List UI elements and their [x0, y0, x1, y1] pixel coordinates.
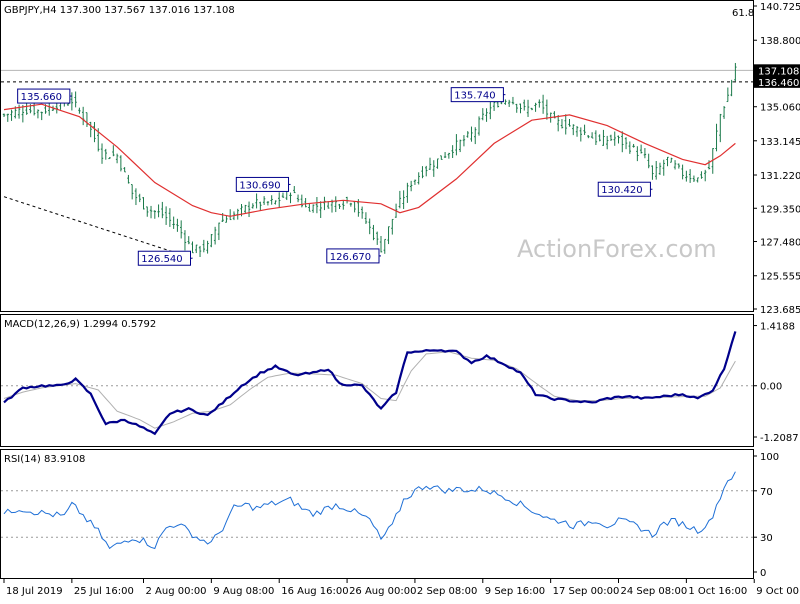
x-tick-label: 24 Sep 08:00 — [621, 586, 688, 597]
x-tick-label: 9 Oct 00:00 — [756, 586, 800, 597]
x-tick-label: 26 Aug 00:00 — [349, 586, 416, 597]
chart-root: ActionForex.com GBPJPY,H4 137.300 137.56… — [0, 0, 800, 600]
x-tick-label: 16 Aug 16:00 — [281, 586, 348, 597]
price-annotation: 130.690 — [239, 180, 280, 191]
axis-layer: 140.725 138.800 135.060 133.145 131.220 129.3… — [3, 2, 800, 597]
price-layer: 61.8 135.660 126.540 130.690 126.670 135.740 1… — [1, 8, 754, 266]
price-y-tick-label: 140.725 — [760, 2, 800, 13]
price-y-tick-label: 135.060 — [760, 103, 800, 114]
x-tick-label: 17 Sep 00:00 — [553, 586, 620, 597]
price-annotation: 135.740 — [454, 91, 495, 102]
x-tick-label: 25 Jul 16:00 — [74, 586, 134, 597]
x-tick-label: 1 Oct 16:00 — [688, 586, 747, 597]
x-tick-label: 9 Aug 08:00 — [213, 586, 274, 597]
macd-y-tick-label: 1.4188 — [760, 322, 795, 333]
macd-y-tick-label: -1.2087 — [760, 433, 799, 444]
price-annotation: 130.420 — [601, 185, 642, 196]
price-y-tick-label: 125.555 — [760, 272, 800, 283]
x-tick-label: 18 Jul 2019 — [6, 586, 63, 597]
rsi-y-tick-label: 70 — [760, 487, 773, 498]
fib-level-label: 61.8 — [732, 8, 754, 19]
trendline — [3, 196, 193, 259]
x-tick-label: 9 Sep 16:00 — [485, 586, 545, 597]
macd-header: MACD(12,26,9) 1.2994 0.5792 — [4, 319, 156, 330]
macd-panel-frame — [0, 314, 754, 447]
price-annotation: 126.670 — [330, 252, 371, 263]
macd-y-tick-label: 0.00 — [760, 382, 782, 393]
watermark: ActionForex.com — [517, 235, 717, 263]
price-header: GBPJPY,H4 137.300 137.567 137.016 137.10… — [4, 5, 235, 16]
current-price-tag: 137.108 — [758, 66, 799, 77]
rsi-header: RSI(14) 83.9108 — [4, 454, 85, 465]
price-y-tick-label: 131.220 — [760, 171, 800, 182]
x-tick-label: 2 Aug 00:00 — [145, 586, 206, 597]
price-y-tick-label: 129.350 — [760, 204, 800, 215]
price-y-tick-label: 127.480 — [760, 238, 800, 249]
chart-svg: ActionForex.com GBPJPY,H4 137.300 137.56… — [0, 0, 800, 597]
rsi-y-tick-label: 0 — [760, 568, 766, 579]
price-y-tick-label: 138.800 — [760, 36, 800, 47]
x-tick-label: 2 Sep 08:00 — [417, 586, 477, 597]
price-y-tick-label: 133.145 — [760, 137, 800, 148]
rsi-y-tick-label: 100 — [760, 452, 779, 463]
rsi-layer — [1, 471, 753, 550]
price-y-tick-label: 123.685 — [760, 305, 800, 316]
rsi-line — [3, 471, 736, 550]
macd-line — [3, 331, 737, 436]
macd-layer — [1, 331, 753, 436]
price-annotation: 126.540 — [141, 254, 182, 265]
price-annotation: 135.660 — [21, 92, 62, 103]
macd-signal-line — [3, 351, 736, 429]
moving-average-line — [3, 103, 736, 217]
rsi-y-tick-label: 30 — [760, 533, 773, 544]
level-price-tag: 136.460 — [758, 78, 799, 89]
rsi-panel-frame — [0, 449, 754, 579]
